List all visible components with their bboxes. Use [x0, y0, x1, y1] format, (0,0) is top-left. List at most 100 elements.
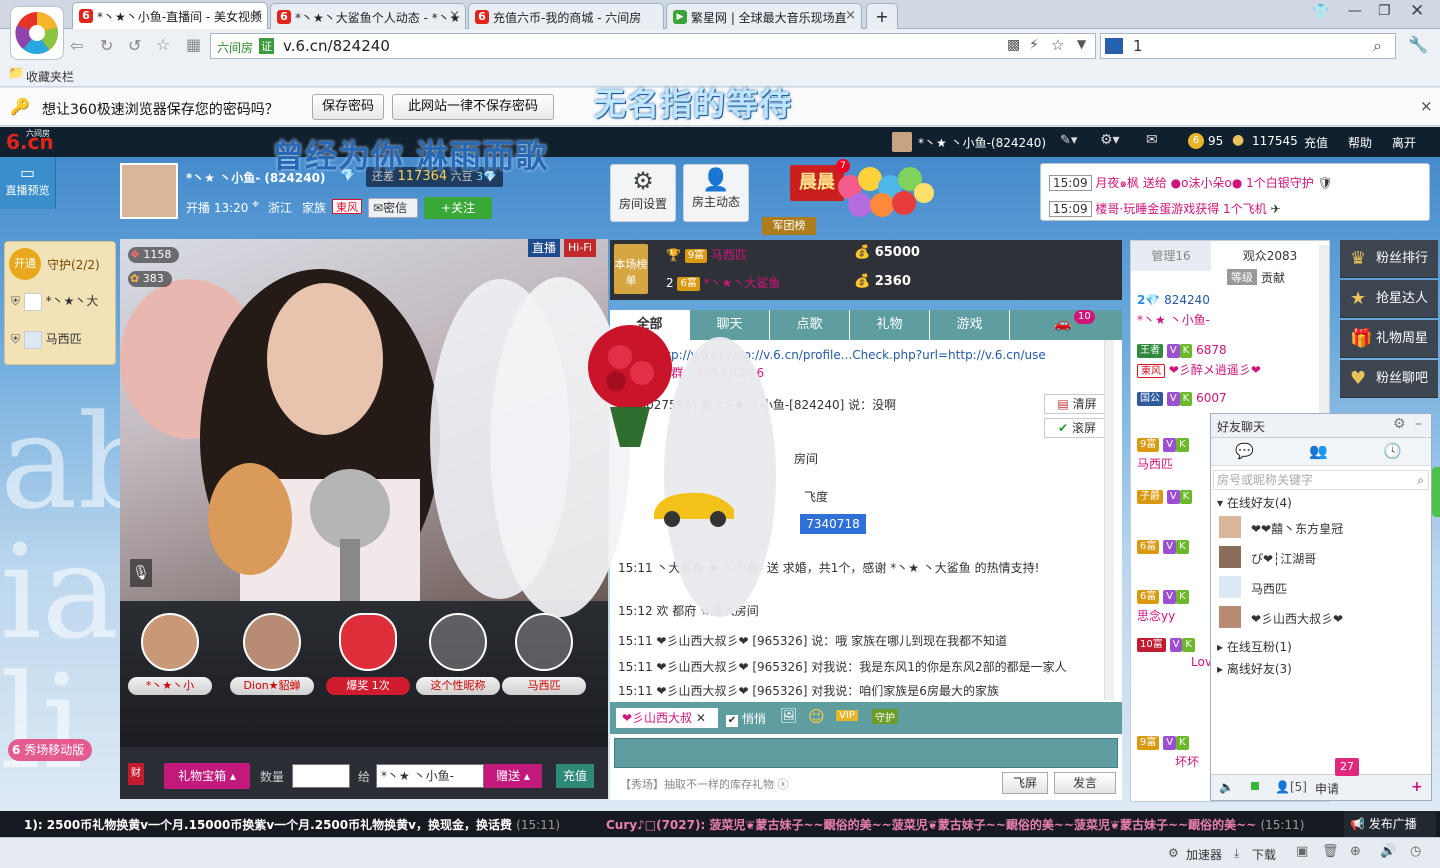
search-icon[interactable]: ⌕ — [1417, 471, 1424, 489]
chat-message[interactable]: 充值：http://v.6.cnhttp://v.6.cn/profile...… — [618, 346, 1046, 363]
chat-scrollbar[interactable] — [1104, 340, 1114, 700]
fan-chat-button[interactable]: ♥ 粉丝聊吧 — [1340, 360, 1438, 398]
ticker-left[interactable]: 1): 2500币礼物换黄v一个月.15000币换紫v一个月.2500币礼物换黄… — [24, 816, 560, 833]
quantity-stepper[interactable] — [292, 764, 350, 788]
room-settings-button[interactable]: ⚙ 房间设置 — [610, 164, 676, 222]
friend-name[interactable]: ❤彡山西大叔彡❤ — [1251, 610, 1343, 627]
tab-all[interactable]: 全部 — [610, 310, 690, 340]
emoji-icon[interactable]: ☺ — [808, 707, 825, 726]
leave-link[interactable]: 离开 — [1392, 134, 1416, 151]
car-icon[interactable]: 🚗 — [1054, 316, 1071, 332]
audience-name[interactable]: 坏坏 — [1175, 753, 1199, 770]
accelerator-button[interactable]: 加速器 — [1186, 846, 1222, 863]
follow-button[interactable]: +关注 — [424, 197, 492, 219]
recharge-link[interactable]: 充值 — [1304, 134, 1328, 151]
family-badge[interactable]: 東风 — [332, 199, 362, 214]
admin-tab[interactable]: 管理16 — [1131, 241, 1211, 271]
close-icon[interactable]: × — [845, 8, 856, 23]
wealth-icon[interactable]: 财 — [128, 763, 144, 785]
online-group[interactable]: ▾ 在线好友(4) — [1217, 494, 1292, 511]
rank-row[interactable]: 🏆 9富 马西匹 — [666, 246, 747, 263]
history-icon[interactable]: 🕓 — [1383, 442, 1402, 460]
audience-row[interactable]: 子爵 VK — [1137, 489, 1193, 504]
clear-screen-button[interactable]: ▤ 清屏 — [1044, 394, 1110, 414]
star-grab-button[interactable]: ★ 抢星达人 — [1340, 280, 1438, 318]
dropdown-icon[interactable]: ▼ — [1077, 37, 1086, 51]
gift-card[interactable]: *丶★丶小 — [128, 613, 212, 701]
friend-search-input[interactable]: 房号或昵称关键字 ⌕ — [1213, 470, 1429, 490]
friends-count[interactable]: 👤[5] — [1275, 780, 1307, 794]
tab-fanxing[interactable]: ▶ 繁星网 | 全球最大音乐现场直 × — [666, 3, 862, 29]
guard-chat-icon[interactable]: 守护 — [872, 709, 898, 724]
online-status-icon[interactable] — [1251, 782, 1259, 790]
scroll-lock-button[interactable]: ✔ 滚屏 — [1044, 418, 1110, 438]
friend-name[interactable]: 马西匹 — [1251, 580, 1287, 597]
refresh-icon[interactable]: ↻ — [100, 36, 113, 55]
qr-icon[interactable]: ▩ — [1007, 37, 1020, 53]
chat-input[interactable] — [614, 738, 1118, 768]
guard-member[interactable]: ⛨ 马西匹 — [11, 330, 82, 349]
close-window-icon[interactable]: ✕ — [1410, 1, 1424, 21]
audience-row[interactable]: 王者 VK 6878 — [1137, 343, 1227, 358]
never-save-button[interactable]: 此网站一律不保存密码 — [392, 94, 554, 120]
minimize-icon[interactable]: – — [1415, 416, 1422, 432]
tab-songs[interactable]: 点歌 — [770, 310, 850, 340]
minimize-icon[interactable]: — — [1348, 3, 1362, 19]
mobile-show-button[interactable]: 6 秀场移动版 — [8, 739, 93, 761]
notice-text[interactable]: 月夜๑枫 送给 ●o沫小朵o● 1个白银守护 — [1095, 176, 1313, 190]
chat-target[interactable]: ❤彡山西大叔 ✕ — [616, 708, 718, 728]
tab-recharge[interactable]: 6 充值六币-我的商城 - 六间房 — [468, 3, 664, 29]
tab-live-room[interactable]: 6 *丶★丶小鱼-直播间 - 美女视频 × — [72, 2, 268, 30]
download-button[interactable]: 下载 — [1252, 846, 1276, 863]
mutual-group[interactable]: ▸ 在线互粉(1) — [1217, 638, 1292, 655]
trash-icon[interactable]: 🗑 — [1322, 844, 1339, 859]
window-icon[interactable]: ▣ — [1296, 844, 1308, 859]
ticker-right[interactable]: Cury♪□(7027): 菠菜児❦蒙古妹子~~靦俗的美~~菠菜児❦蒙古妹子~~… — [606, 816, 1326, 833]
send-gift-button[interactable]: 赠送 ▴ — [484, 764, 542, 788]
favorite-icon[interactable]: ☆ — [156, 35, 170, 54]
restore-icon[interactable]: ↺ — [128, 36, 141, 55]
audience-tab[interactable]: 观众2083 — [1211, 247, 1329, 264]
notice-text[interactable]: 楼哥·玩睡金蛋游戏获得 1个飞机 — [1095, 202, 1266, 216]
guard-open-button[interactable]: 开通 — [9, 248, 41, 280]
army-rank-button[interactable]: 军团榜 — [762, 217, 816, 235]
friend-name[interactable]: ❤❤囍丶东方皇冠 — [1251, 520, 1343, 537]
browser-logo[interactable] — [10, 6, 64, 60]
recharge-button[interactable]: 充值 — [556, 764, 594, 788]
recipient-select[interactable]: *丶★ 丶小鱼- — [376, 764, 484, 788]
mail-icon[interactable]: ✉ — [1146, 132, 1158, 148]
back-icon[interactable]: ⇦ — [70, 36, 83, 55]
tab-games[interactable]: 游戏 — [930, 310, 1010, 340]
maximize-icon[interactable]: ❐ — [1378, 3, 1391, 19]
gift-card[interactable]: 马西匹 — [502, 613, 586, 701]
apps-icon[interactable]: ▦ — [186, 35, 201, 54]
audience-row[interactable]: 6富 VK — [1137, 539, 1189, 554]
fly-screen-button[interactable]: 飞屏 — [1002, 772, 1048, 794]
gift-card[interactable]: Dion★貂蝉 — [230, 613, 314, 701]
guard-member[interactable]: ⛨ *丶★丶大 — [11, 292, 98, 311]
hifi-badge[interactable]: Hi-Fi — [564, 239, 596, 257]
anchor-avatar[interactable] — [120, 163, 178, 219]
gift-card[interactable]: 爆奖 1次 — [326, 613, 410, 701]
search-field[interactable]: 🐾 1 ⌕ — [1100, 33, 1396, 59]
sort-level[interactable]: 等级 — [1227, 269, 1257, 285]
audience-row[interactable]: 国公 VK 6007 — [1137, 391, 1227, 406]
audience-row[interactable]: 2💎 824240 — [1137, 293, 1210, 307]
fan-rank-button[interactable]: ♛ 粉丝排行 — [1340, 240, 1438, 278]
zoom-icon[interactable]: ⊕ — [1350, 844, 1361, 859]
tab-chat[interactable]: 聊天 — [690, 310, 770, 340]
star-icon[interactable]: ☆ — [1051, 36, 1064, 54]
url-field[interactable]: 六间房 证 v.6.cn/824240 ▩ ⚡ ☆ ▼ — [210, 33, 1096, 59]
gift-chest-button[interactable]: 礼物宝箱 ▴ — [164, 763, 250, 789]
sound-icon[interactable]: 🔈 — [1219, 780, 1234, 794]
bookmarks-label[interactable]: 收藏夹栏 — [26, 68, 74, 85]
audience-row[interactable]: 10富 VK — [1137, 637, 1195, 652]
clock-icon[interactable]: ◷ — [1410, 844, 1421, 859]
close-icon[interactable]: × — [251, 7, 262, 22]
rank-row[interactable]: 2 6富 *丶★丶大鲨鱼 — [666, 274, 780, 291]
edit-icon[interactable]: ✎▾ — [1060, 133, 1077, 148]
gear-icon[interactable]: ⚙ — [1393, 416, 1406, 432]
publish-broadcast-button[interactable]: 📢 发布广播 — [1344, 811, 1436, 837]
live-preview-button[interactable]: ▭ 直播预览 — [0, 157, 56, 209]
audience-row[interactable]: 東风 ❤彡醉メ逍遥彡❤ — [1137, 361, 1261, 378]
